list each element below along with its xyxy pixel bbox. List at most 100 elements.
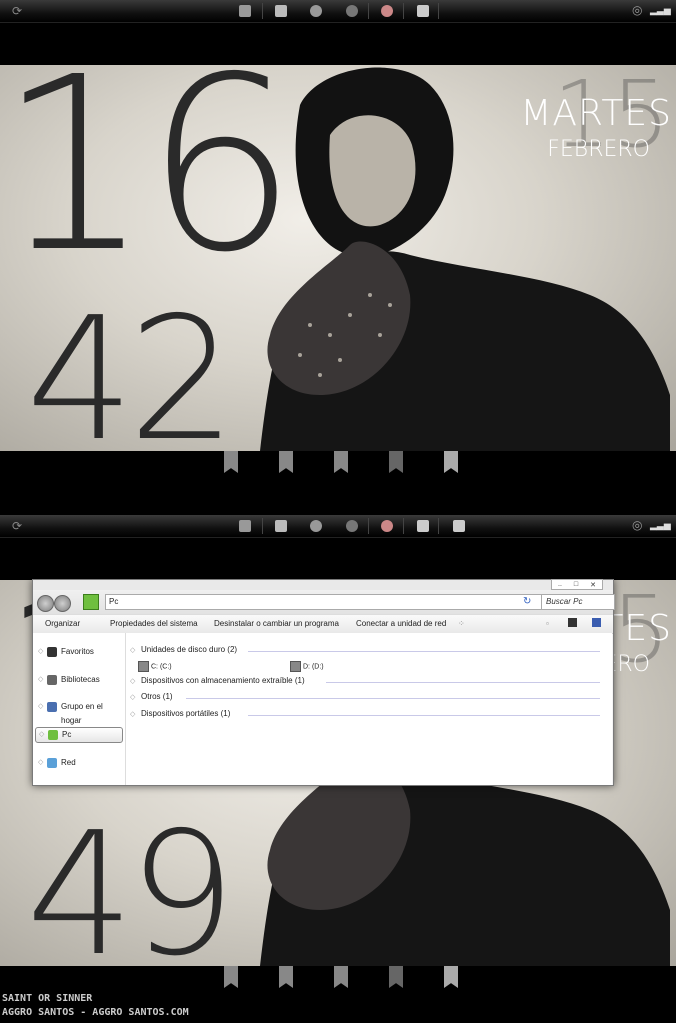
group-divider: [248, 651, 600, 652]
collapse-icon: ◇: [130, 694, 136, 701]
bookmark-tab-icon[interactable]: [444, 966, 458, 988]
calendar-icon[interactable]: [275, 520, 287, 532]
window-titlebar: .. □ ✕: [33, 579, 613, 590]
music-icon[interactable]: [346, 520, 358, 532]
taskbar-separator: [368, 518, 369, 534]
group-header: Unidades de disco duro (2): [141, 645, 238, 654]
folder-icon[interactable]: [453, 520, 465, 532]
power-icon[interactable]: ◎: [632, 3, 642, 17]
uninstall-program-button[interactable]: Desinstalar o cambiar un programa: [214, 619, 339, 628]
system-properties-button[interactable]: Propiedades del sistema: [110, 619, 198, 628]
computer-icon: [48, 730, 58, 740]
group-header: Dispositivos portátiles (1): [141, 709, 231, 718]
expand-icon: ◇: [38, 759, 44, 766]
taskbar-separator: [262, 518, 263, 534]
chrome-icon[interactable]: [381, 520, 393, 532]
group-removable[interactable]: ◇ Dispositivos con almacenamiento extraí…: [130, 676, 600, 688]
address-text: Pc: [109, 597, 119, 606]
search-input[interactable]: Buscar Pc: [541, 594, 615, 610]
refresh-icon[interactable]: ⟳: [12, 4, 22, 18]
expand-icon: ◇: [38, 676, 44, 683]
folder-icon[interactable]: [417, 5, 429, 17]
clock-minute: 49: [26, 796, 236, 966]
chrome-icon[interactable]: [381, 5, 393, 17]
doc-tab-icon[interactable]: [334, 966, 348, 988]
drive-icon: [290, 661, 301, 672]
map-network-drive-button[interactable]: Conectar a unidad de red: [356, 619, 446, 628]
drive-c[interactable]: C: (C:): [138, 661, 172, 672]
sidebar-item-label: Favoritos: [61, 647, 94, 656]
group-divider: [326, 682, 600, 683]
sidebar-item-label: Grupo en el hogar: [61, 702, 103, 725]
group-other[interactable]: ◇ Otros (1): [130, 692, 600, 704]
expand-icon: ◇: [39, 731, 45, 738]
music-tab-icon[interactable]: [279, 966, 293, 988]
refresh-icon[interactable]: ⟳: [12, 519, 22, 533]
music-icon[interactable]: [346, 5, 358, 17]
address-row: Pc ↻ Buscar Pc: [33, 590, 615, 614]
star-icon: [47, 647, 57, 657]
taskbar-separator: [368, 3, 369, 19]
content-pane: ◇ Unidades de disco duro (2) C: (C:) D: …: [126, 633, 612, 785]
forward-button[interactable]: [54, 595, 71, 612]
search-tab-icon[interactable]: [224, 451, 238, 473]
taskbar-separator: [262, 3, 263, 19]
maximize-button[interactable]: □: [574, 581, 578, 588]
doc-tab-icon[interactable]: [334, 451, 348, 473]
close-button[interactable]: ✕: [590, 581, 596, 589]
navigation-pane: ◇ Favoritos ◇ Bibliotecas ◇ Grupo en el …: [33, 633, 126, 785]
wallpaper-month: FEBRERO: [547, 137, 650, 162]
desktop-wallpaper-top: 15 16 42 MARTES FEBRERO: [0, 65, 676, 451]
group-portable[interactable]: ◇ Dispositivos portátiles (1): [130, 709, 600, 721]
collapse-icon: ◇: [130, 711, 136, 718]
sidebar-item-pc[interactable]: ◇ Pc: [35, 727, 123, 743]
more-icon[interactable]: ⁘: [458, 619, 465, 628]
view-options-icon[interactable]: ▫: [546, 619, 549, 628]
search-tab-icon[interactable]: [224, 966, 238, 988]
calendar-icon[interactable]: [275, 5, 287, 17]
preview-pane-icon[interactable]: [568, 618, 577, 627]
drive-d[interactable]: D: (D:): [290, 661, 324, 672]
group-divider: [186, 698, 600, 699]
top-taskbar: ⟳ ◎ ▂▃▅: [0, 0, 676, 23]
back-button[interactable]: [37, 595, 54, 612]
bottom-taskbar: ⟳ ◎ ▂▃▅: [0, 515, 676, 538]
address-bar[interactable]: Pc: [105, 594, 550, 610]
photo-icon[interactable]: [239, 520, 251, 532]
credit-line-2: AGGRO SANTOS - AGGRO SANTOS.COM: [2, 1007, 189, 1018]
sidebar-item-label: Pc: [62, 730, 72, 739]
users-icon[interactable]: [310, 5, 322, 17]
sidebar-item-libraries[interactable]: ◇ Bibliotecas: [35, 673, 121, 687]
users-icon[interactable]: [310, 520, 322, 532]
window-controls: .. □ ✕: [551, 579, 603, 590]
collapse-icon: ◇: [130, 647, 136, 654]
sidebar-item-homegroup[interactable]: ◇ Grupo en el hogar: [35, 700, 121, 725]
taskbar-separator: [438, 518, 439, 534]
group-hard-drives[interactable]: ◇ Unidades de disco duro (2): [130, 645, 600, 657]
refresh-icon[interactable]: ↻: [523, 596, 531, 607]
library-icon: [47, 675, 57, 685]
help-icon[interactable]: [592, 618, 601, 627]
power-icon[interactable]: ◎: [632, 518, 642, 532]
sidebar-item-favorites[interactable]: ◇ Favoritos: [35, 645, 121, 659]
explorer-window: .. □ ✕ Pc ↻ Buscar Pc Organizar Propieda…: [32, 579, 615, 786]
taskbar-separator: [403, 3, 404, 19]
media-icon[interactable]: [417, 520, 429, 532]
group-header: Dispositivos con almacenamiento extraíbl…: [141, 676, 305, 685]
book-tab-icon[interactable]: [389, 966, 403, 988]
sidebar-item-label: Bibliotecas: [61, 675, 100, 684]
organize-button[interactable]: Organizar: [45, 619, 80, 628]
book-tab-icon[interactable]: [389, 451, 403, 473]
command-bar: Organizar Propiedades del sistema Desins…: [33, 614, 613, 634]
homegroup-icon: [47, 702, 57, 712]
drive-label: D: (D:): [303, 663, 324, 671]
drive-label: C: (C:): [151, 663, 172, 671]
minimize-button[interactable]: ..: [558, 581, 562, 588]
sidebar-item-network[interactable]: ◇ Red: [35, 756, 121, 770]
photo-icon[interactable]: [239, 5, 251, 17]
signal-icon: ▂▃▅: [650, 520, 671, 530]
network-icon: [47, 758, 57, 768]
bookmark-tab-icon[interactable]: [444, 451, 458, 473]
expand-icon: ◇: [38, 703, 44, 710]
music-tab-icon[interactable]: [279, 451, 293, 473]
